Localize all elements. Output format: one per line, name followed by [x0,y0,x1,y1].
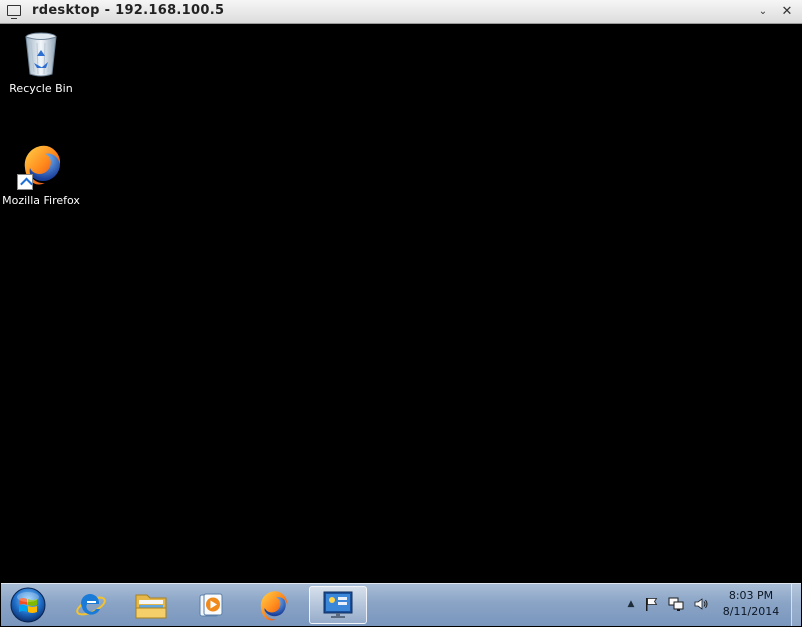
desktop-icon-label: Recycle Bin [9,82,73,95]
system-tray: ▲ 8:03 PM 8/11/2014 [613,584,801,626]
volume-icon[interactable] [693,596,709,612]
media-player-icon [199,593,223,617]
taskbar-app-internet-explorer[interactable] [65,586,117,624]
shortcut-arrow-icon [17,174,33,190]
desktop-icon-mozilla-firefox[interactable]: Mozilla Firefox [0,142,83,207]
firefox-icon [17,142,65,190]
folder-icon [135,594,167,619]
rdesktop-window: rdesktop - 192.168.100.5 ⌄ ✕ Recycle Bin… [0,0,802,627]
desktop-icon-recycle-bin[interactable]: Recycle Bin [0,30,83,95]
clock[interactable]: 8:03 PM 8/11/2014 [713,588,789,620]
desktop-icon-label: Mozilla Firefox [2,194,80,207]
monitor-icon [7,5,21,19]
window-title: rdesktop - 192.168.100.5 [32,3,225,18]
taskbar-app-windows-explorer[interactable] [125,586,177,624]
clock-time: 8:03 PM [728,589,774,602]
rdp-icon [323,591,353,618]
action-center-flag-icon[interactable] [643,596,659,612]
taskbar-app-firefox[interactable] [247,586,299,624]
window-menu-button[interactable]: ⌄ [754,3,772,21]
ie-icon [76,593,106,616]
window-close-button[interactable]: ✕ [778,3,796,21]
start-button[interactable] [8,586,48,624]
remote-desktop-area[interactable]: Recycle Bin Mozilla Firefox [1,24,801,583]
clock-date: 8/11/2014 [722,605,780,618]
show-desktop-button[interactable] [791,584,801,626]
windows-orb-icon [10,587,46,623]
taskbar: ▲ 8:03 PM 8/11/2014 [1,583,801,626]
recycle-bin-icon [17,30,65,78]
taskbar-app-remote-desktop[interactable] [309,586,367,624]
taskbar-app-windows-media-player[interactable] [185,586,237,624]
network-icon[interactable] [668,596,684,612]
show-hidden-icons-button[interactable]: ▲ [623,598,639,614]
firefox-icon [260,591,288,621]
title-bar[interactable]: rdesktop - 192.168.100.5 ⌄ ✕ [0,0,802,24]
